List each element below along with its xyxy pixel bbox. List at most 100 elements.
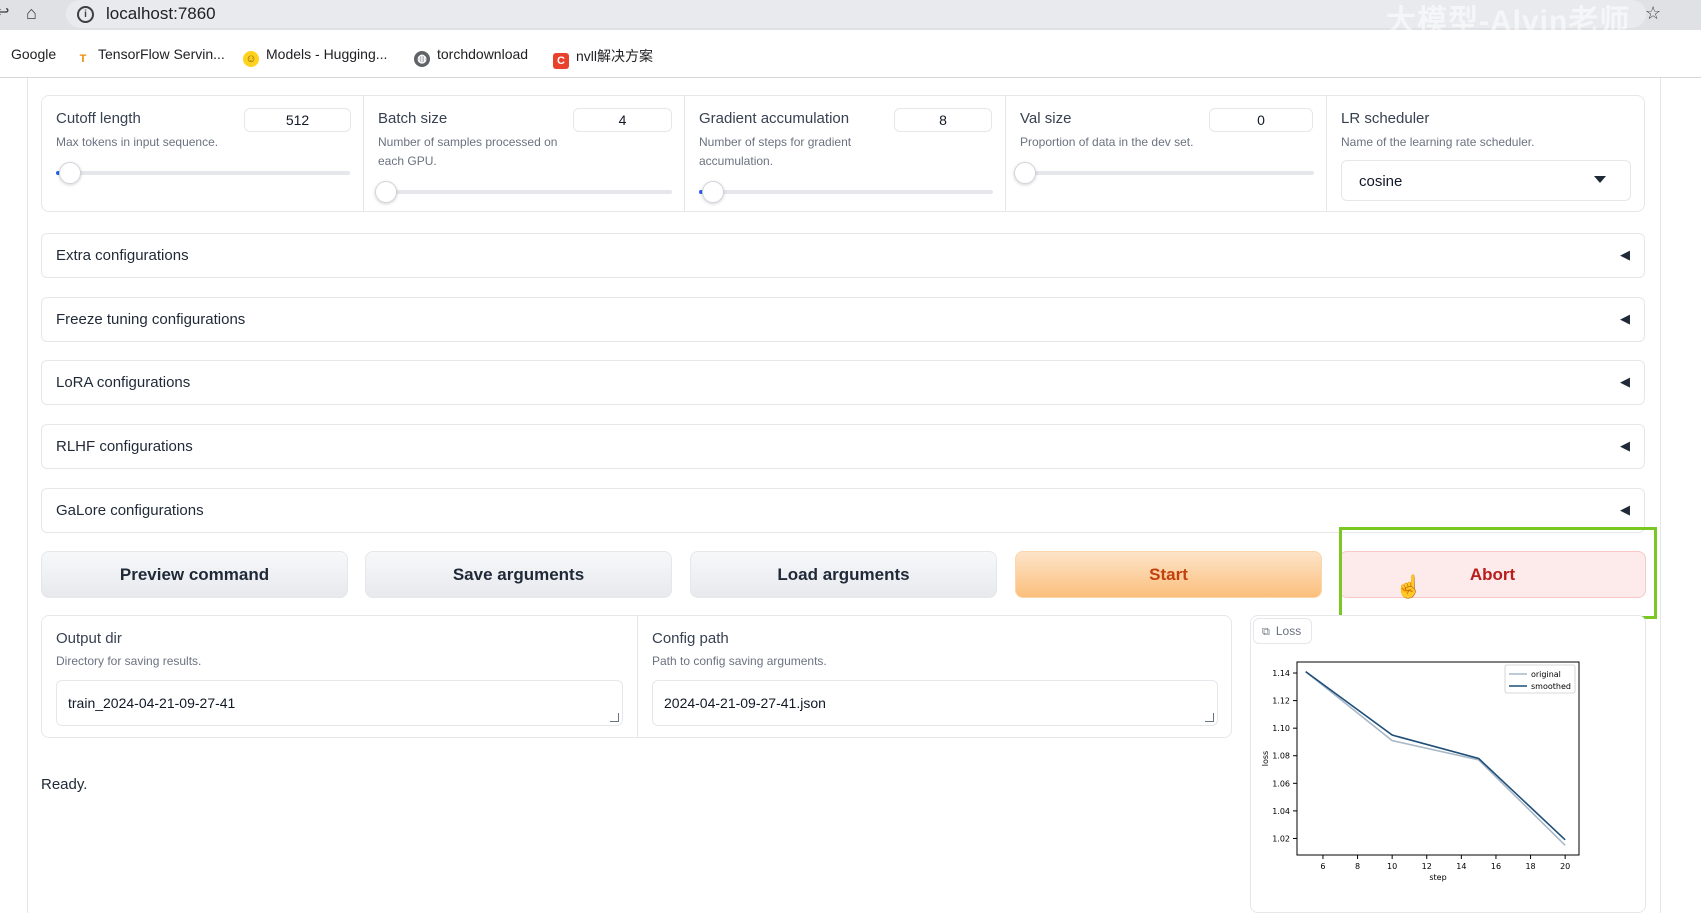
- y-tick-label: 1.06: [1272, 779, 1290, 788]
- batch-size-slider[interactable]: [374, 181, 672, 203]
- batch-size-input[interactable]: 4: [573, 108, 672, 132]
- batch-size-info: Number of samples processed on each GPU.: [378, 135, 558, 168]
- load-arguments-button[interactable]: Load arguments: [690, 551, 997, 598]
- bookmark-label: nvll解决方案: [576, 48, 654, 64]
- site-info-icon[interactable]: i: [77, 6, 94, 23]
- bookmark-tensorflow[interactable]: T TensorFlow Servin...: [75, 46, 225, 67]
- config-path-input[interactable]: 2024-04-21-09-27-41.json: [652, 680, 1218, 726]
- lr-scheduler-dropdown[interactable]: cosine: [1341, 160, 1631, 201]
- config-path-value: 2024-04-21-09-27-41.json: [664, 695, 826, 711]
- accordion-extra-configurations[interactable]: Extra configurations ◀: [41, 233, 1645, 278]
- y-tick-label: 1.12: [1272, 697, 1290, 706]
- gradient-accumulation-input[interactable]: 8: [894, 108, 992, 132]
- lr-scheduler-value: cosine: [1359, 173, 1403, 190]
- accordion-lora-configurations[interactable]: LoRA configurations ◀: [41, 360, 1645, 405]
- browser-toolbar: ↩ ⌂ i localhost:7860 大模型-Alvin老师 ☆: [0, 0, 1701, 38]
- legend-label: original: [1531, 670, 1561, 679]
- csdn-icon: C: [553, 53, 569, 69]
- cutoff-length-info: Max tokens in input sequence.: [56, 135, 219, 149]
- bookmark-label: Models - Hugging...: [266, 46, 388, 62]
- hand-cursor-icon: ☝: [1395, 574, 1423, 599]
- collapse-arrow-icon: ◀: [1620, 247, 1630, 262]
- val-size-block: Val size Proportion of data in the dev s…: [1006, 96, 1327, 211]
- output-dir-block: Output dir Directory for saving results.…: [42, 616, 638, 737]
- val-size-label: Val size: [1020, 110, 1072, 127]
- accordion-label: GaLore configurations: [56, 502, 204, 519]
- accordion-label: LoRA configurations: [56, 374, 191, 391]
- home-icon[interactable]: ⌂: [26, 4, 37, 22]
- cutoff-length-slider[interactable]: [56, 162, 350, 184]
- collapse-arrow-icon: ◀: [1620, 374, 1630, 389]
- url-text[interactable]: localhost:7860: [106, 4, 216, 24]
- resize-handle-icon[interactable]: [1205, 713, 1214, 722]
- x-tick-label: 16: [1491, 862, 1501, 871]
- caret-down-icon: [1594, 176, 1606, 183]
- loss-chart: 6 8 10 12 14 16 18 20 1.02 1.04 1.06 1.08 1.10 1.12 1.…: [1261, 661, 1580, 882]
- gradient-accumulation-label: Gradient accumulation: [699, 110, 850, 127]
- start-button[interactable]: Start: [1015, 551, 1322, 598]
- config-path-label: Config path: [652, 630, 729, 647]
- batch-size-block: Batch size Number of samples processed o…: [364, 96, 685, 211]
- config-path-block: Config path Path to config saving argume…: [638, 616, 1231, 737]
- y-tick-label: 1.02: [1272, 834, 1290, 843]
- x-axis-label: step: [1429, 873, 1446, 882]
- bookmark-star-icon[interactable]: ☆: [1645, 4, 1661, 22]
- x-tick-label: 18: [1525, 862, 1535, 871]
- training-params-row: Cutoff length Max tokens in input sequen…: [41, 95, 1645, 212]
- output-config-group: Output dir Directory for saving results.…: [41, 615, 1232, 738]
- collapse-arrow-icon: ◀: [1620, 502, 1630, 517]
- cutoff-length-label: Cutoff length: [56, 110, 141, 127]
- val-size-input[interactable]: 0: [1209, 108, 1313, 132]
- accordion-label: Extra configurations: [56, 247, 189, 264]
- preview-command-button[interactable]: Preview command: [41, 551, 348, 598]
- slider-thumb[interactable]: [374, 181, 397, 203]
- huggingface-icon: ☺: [243, 51, 259, 67]
- accordion-label: Freeze tuning configurations: [56, 311, 246, 328]
- output-dir-input[interactable]: train_2024-04-21-09-27-41: [56, 680, 623, 726]
- collapse-arrow-icon: ◀: [1620, 311, 1630, 326]
- slider-thumb[interactable]: [701, 181, 724, 203]
- address-bar[interactable]: i localhost:7860 大模型-Alvin老师: [66, 0, 1646, 38]
- cutoff-length-input[interactable]: 512: [244, 108, 351, 132]
- bookmark-label: torchdownload: [437, 46, 529, 62]
- bookmarks-bar: Google T TensorFlow Servin... ☺ Models - H…: [0, 40, 1701, 70]
- bookmark-label: Google: [11, 46, 57, 62]
- y-tick-label: 1.04: [1272, 807, 1290, 816]
- output-dir-label: Output dir: [56, 630, 122, 647]
- y-axis-label: loss: [1261, 751, 1270, 766]
- y-tick-label: 1.08: [1272, 752, 1290, 761]
- chart-icon: ⧉: [1262, 626, 1270, 638]
- val-size-info: Proportion of data in the dev set.: [1020, 135, 1194, 149]
- x-tick-label: 10: [1387, 862, 1397, 871]
- save-arguments-button[interactable]: Save arguments: [365, 551, 672, 598]
- slider-thumb[interactable]: [58, 162, 81, 184]
- bookmark-label: TensorFlow Servin...: [98, 46, 225, 62]
- accordion-freeze-tuning-configurations[interactable]: Freeze tuning configurations ◀: [41, 297, 1645, 342]
- bookmark-google[interactable]: Google: [11, 46, 56, 62]
- tensorflow-icon: T: [79, 53, 87, 65]
- x-tick-label: 6: [1320, 862, 1325, 871]
- x-tick-label: 8: [1355, 862, 1360, 871]
- val-size-slider[interactable]: [1014, 162, 1314, 184]
- bookmark-torchdownload[interactable]: ◍ torchdownload: [414, 46, 528, 67]
- accordion-rlhf-configurations[interactable]: RLHF configurations ◀: [41, 424, 1645, 469]
- x-tick-label: 20: [1560, 862, 1570, 871]
- resize-handle-icon[interactable]: [610, 713, 619, 722]
- back-arrow-icon[interactable]: ↩: [0, 4, 9, 22]
- loss-plot-label: ⧉ Loss: [1253, 618, 1313, 644]
- x-tick-label: 14: [1456, 862, 1466, 871]
- gradient-accumulation-block: Gradient accumulation Number of steps fo…: [685, 96, 1006, 211]
- gradient-accumulation-slider[interactable]: [699, 181, 993, 203]
- config-path-info: Path to config saving arguments.: [652, 654, 827, 668]
- watermark-text: 大模型-Alvin老师: [1386, 5, 1631, 38]
- output-dir-value: train_2024-04-21-09-27-41: [68, 695, 236, 711]
- bookmark-huggingface[interactable]: ☺ Models - Hugging...: [243, 46, 387, 67]
- bookmark-csdn[interactable]: Cnvll解决方案: [553, 46, 653, 69]
- globe-icon: ◍: [414, 51, 430, 67]
- lr-scheduler-info: Name of the learning rate scheduler.: [1341, 135, 1535, 149]
- lr-scheduler-label: LR scheduler: [1341, 110, 1430, 127]
- loss-plot-panel: ⧉ Loss 6 8 10 12 14 16 18 20 1.02 1.04 1.06 1.08 1.10…: [1250, 615, 1646, 913]
- collapse-arrow-icon: ◀: [1620, 438, 1630, 453]
- slider-thumb[interactable]: [1014, 162, 1036, 184]
- loss-tab-text: Loss: [1275, 624, 1302, 638]
